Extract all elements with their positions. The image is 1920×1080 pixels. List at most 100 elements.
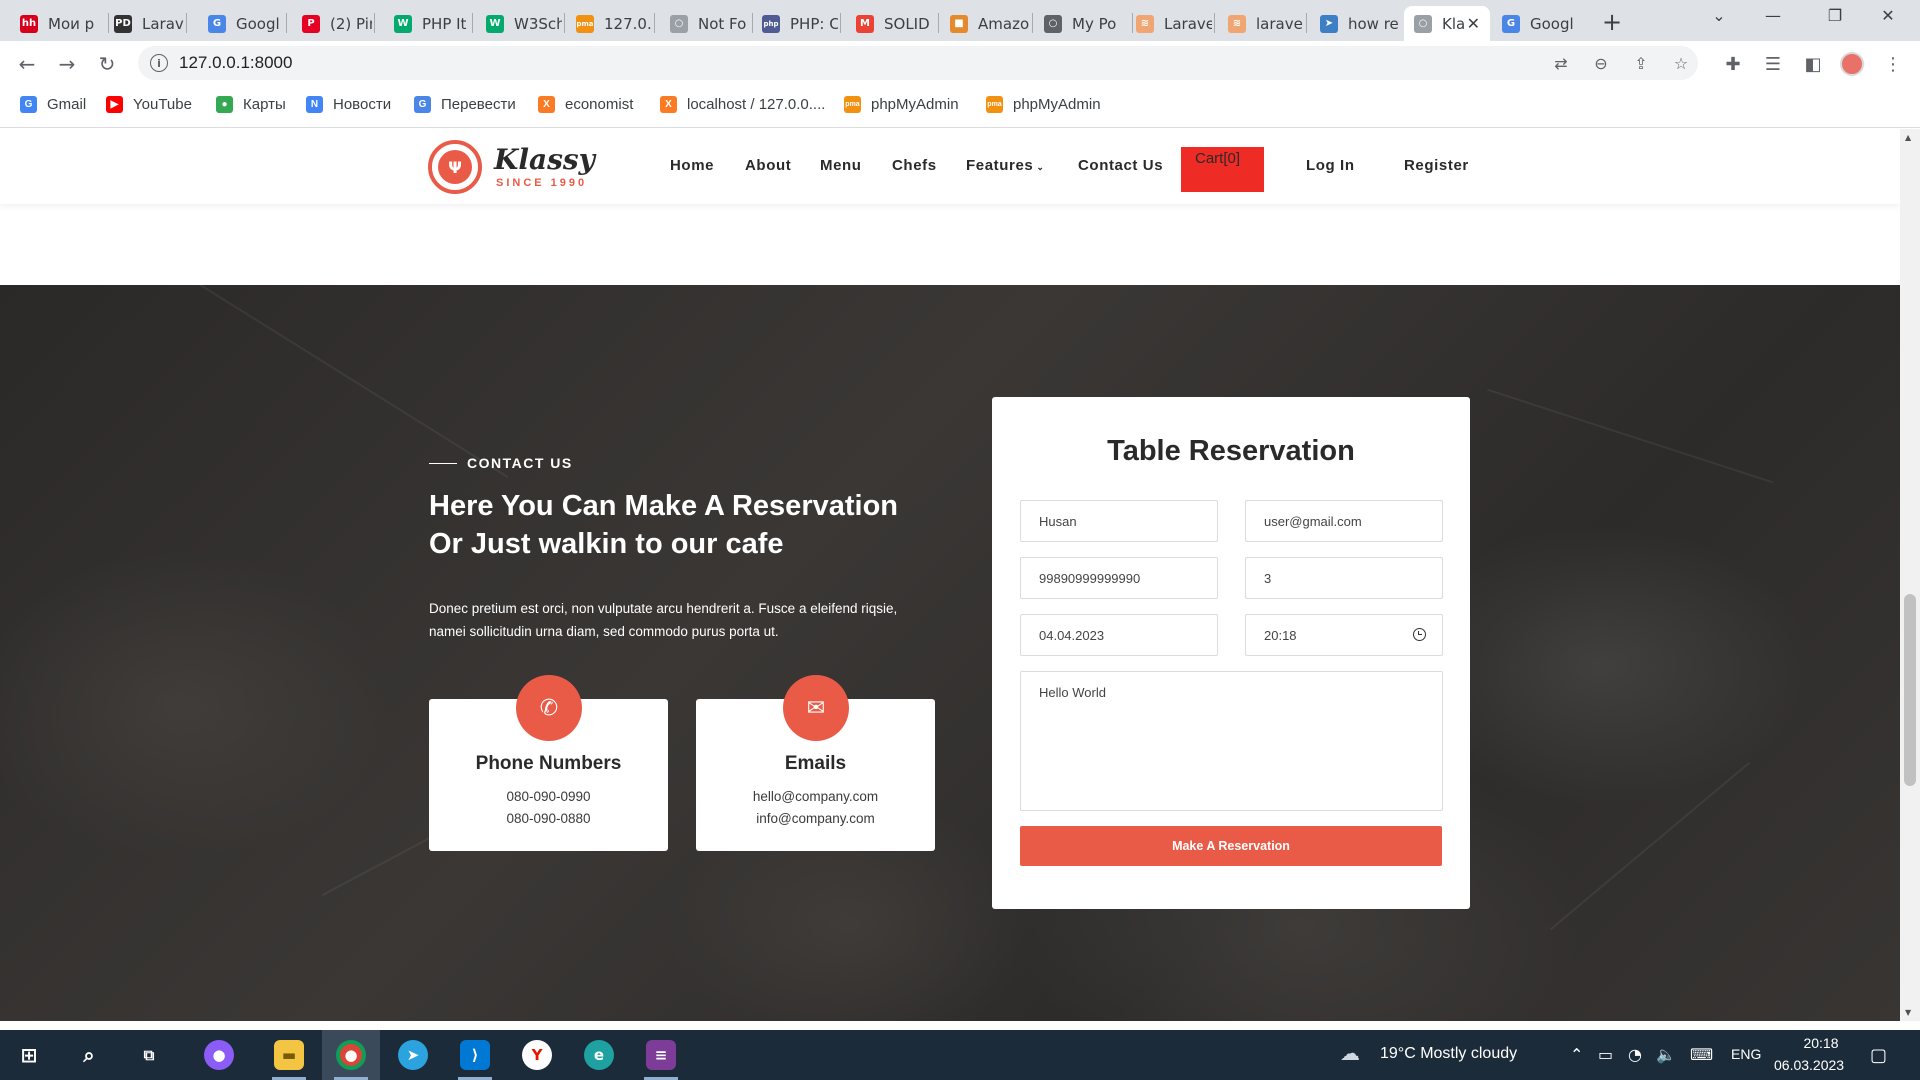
browser-tab[interactable]: PD Larave <box>104 6 184 41</box>
extensions-puzzle-icon[interactable]: ✚ <box>1720 51 1746 77</box>
chevron-up-icon[interactable]: ⌃ <box>1570 1045 1583 1064</box>
taskbar-winrar[interactable]: ≡ <box>632 1030 690 1080</box>
taskbar-vscode[interactable]: ⟩ <box>446 1030 504 1080</box>
bookmark-item[interactable]: ● Карты <box>216 96 286 113</box>
taskbar-edge[interactable]: e <box>570 1030 628 1080</box>
gmail-icon: M <box>856 14 874 33</box>
translate-icon[interactable]: ⇄ <box>1550 52 1572 74</box>
scroll-up-arrow-icon[interactable]: ▲ <box>1905 133 1911 142</box>
time-field[interactable]: 20:18 <box>1245 614 1443 656</box>
nav-login[interactable]: Log In <box>1306 157 1355 174</box>
new-tab-button[interactable]: + <box>1598 8 1626 36</box>
site-info-icon[interactable]: i <box>150 54 168 72</box>
scroll-down-arrow-icon[interactable]: ▼ <box>1905 1008 1911 1017</box>
cloud-weather-icon[interactable]: ☁ <box>1340 1041 1360 1065</box>
email-address-2: info@company.com <box>756 811 875 826</box>
bookmark-item[interactable]: Xeconomist <box>538 96 633 113</box>
nav-about[interactable]: About <box>745 157 791 174</box>
bookmark-item[interactable]: G Перевести <box>414 96 516 113</box>
message-textarea[interactable]: Hello World <box>1020 671 1443 811</box>
clock-date[interactable]: 06.03.2023 <box>1774 1057 1844 1073</box>
date-field[interactable]: 04.04.2023 <box>1020 614 1218 656</box>
browser-tab[interactable]: ■ Amazo <box>940 6 1030 41</box>
nav-contact[interactable]: Contact Us <box>1078 157 1163 174</box>
browser-tab[interactable]: ≋ Larave <box>1126 6 1212 41</box>
browser-tab[interactable]: ➤ how re <box>1310 6 1406 41</box>
browser-tab[interactable]: ○ My Po <box>1034 6 1130 41</box>
browser-tab[interactable]: W W3Sch <box>476 6 562 41</box>
make-reservation-button[interactable]: Make A Reservation <box>1020 826 1442 866</box>
reading-list-icon[interactable]: ☰ <box>1760 51 1786 77</box>
tab-search-chevron-icon[interactable]: ⌄ <box>1696 6 1742 25</box>
bookmark-item[interactable]: pma phpMyAdmin <box>844 96 959 113</box>
taskbar-telegram[interactable]: ➤ <box>384 1030 442 1080</box>
side-panel-icon[interactable]: ◧ <box>1800 51 1826 77</box>
bookmark-item[interactable]: N Новости <box>306 96 391 113</box>
profile-avatar[interactable] <box>1840 52 1864 76</box>
close-tab-icon[interactable]: ✕ <box>1467 14 1480 33</box>
bookmark-item[interactable]: Xlocalhost / 127.0.0.... <box>660 96 825 113</box>
phone-field[interactable]: 99890999999990 <box>1020 557 1218 599</box>
taskbar-explorer[interactable]: ▬ <box>260 1030 318 1080</box>
taskbar-alice[interactable]: ● <box>190 1030 248 1080</box>
forward-arrow-icon[interactable]: → <box>54 51 80 77</box>
email-field[interactable]: user@gmail.com <box>1245 500 1443 542</box>
browser-tab[interactable]: P (2) Pin <box>292 6 372 41</box>
browser-tab[interactable]: pma 127.0. <box>566 6 652 41</box>
bookmark-item[interactable]: pma phpMyAdmin <box>986 96 1101 113</box>
logo-fork-knife-icon[interactable]: Ψ <box>428 140 482 194</box>
tab-title: Not Fo <box>698 14 747 33</box>
share-icon[interactable]: ⇪ <box>1630 52 1652 74</box>
url-text[interactable]: 127.0.0.1:8000 <box>179 53 292 73</box>
back-arrow-icon[interactable]: ← <box>14 51 40 77</box>
clock-time[interactable]: 20:18 <box>1790 1035 1852 1051</box>
zoom-icon[interactable]: ⊖ <box>1590 52 1612 74</box>
nav-home[interactable]: Home <box>670 157 714 174</box>
taskbar-chrome[interactable]: ● <box>322 1030 380 1080</box>
nav-menu[interactable]: Menu <box>820 157 862 174</box>
page-viewport: Ψ Klassy SINCE 1990 Home About Menu Chef… <box>0 129 1900 1021</box>
address-bar[interactable]: i 127.0.0.1:8000 ⇄ ⊖ ⇪ ☆ <box>138 46 1698 80</box>
browser-tab[interactable]: W PHP It <box>384 6 470 41</box>
restore-button[interactable]: ❐ <box>1812 6 1858 25</box>
browser-tab[interactable]: M SOLID <box>846 6 936 41</box>
guests-field[interactable]: 3 <box>1245 557 1443 599</box>
browser-tab[interactable]: hh Мои p <box>10 6 106 41</box>
close-window-button[interactable]: ✕ <box>1865 6 1911 25</box>
browser-tab[interactable]: php PHP: C <box>752 6 838 41</box>
browser-menu-icon[interactable]: ⋮ <box>1880 51 1906 77</box>
wifi-icon[interactable]: ◔ <box>1628 1045 1642 1064</box>
weather-text[interactable]: 19°C Mostly cloudy <box>1380 1045 1517 1063</box>
volume-icon[interactable]: 🔈 <box>1656 1045 1676 1064</box>
laravel-icon: ≋ <box>1136 14 1154 33</box>
battery-icon[interactable]: ▭ <box>1598 1045 1613 1064</box>
scrollbar-thumb[interactable] <box>1904 594 1916 786</box>
cart-button[interactable]: Cart[0] <box>1181 147 1264 192</box>
globe-icon: ○ <box>1414 14 1432 33</box>
browser-tab[interactable]: ○ Kla ✕ <box>1404 6 1490 41</box>
browser-tab[interactable]: ○ Not Fo <box>660 6 750 41</box>
bookmark-item[interactable]: G Gmail <box>20 96 86 113</box>
browser-tab[interactable]: G Googl <box>198 6 284 41</box>
language-indicator[interactable]: ENG <box>1731 1046 1761 1062</box>
keyboard-icon[interactable]: ⌨ <box>1690 1045 1713 1064</box>
reload-icon[interactable]: ↻ <box>94 51 120 77</box>
start-button[interactable]: ⊞ <box>0 1030 58 1080</box>
nav-register[interactable]: Register <box>1404 157 1469 174</box>
page-scrollbar[interactable]: ▲ ▼ <box>1900 129 1920 1021</box>
bookmark-star-icon[interactable]: ☆ <box>1670 52 1692 74</box>
bookmark-item[interactable]: ▶ YouTube <box>106 96 192 113</box>
browser-tab[interactable]: ≋ laravel <box>1218 6 1304 41</box>
browser-tab[interactable]: G Googl <box>1492 6 1590 41</box>
taskbar-yandex[interactable]: Y <box>508 1030 566 1080</box>
minimize-button[interactable]: — <box>1750 6 1796 25</box>
clock-icon[interactable] <box>1413 628 1426 641</box>
bookmark-label: phpMyAdmin <box>871 96 959 113</box>
notification-icon[interactable]: ▢ <box>1870 1045 1887 1066</box>
search-button[interactable]: ⌕ <box>60 1030 118 1080</box>
nav-features[interactable]: Features ⌄ <box>966 157 1044 174</box>
logo-name[interactable]: Klassy <box>494 143 595 176</box>
name-field[interactable]: Husan <box>1020 500 1218 542</box>
nav-chefs[interactable]: Chefs <box>892 157 937 174</box>
task-view-button[interactable]: ⧉ <box>120 1030 178 1080</box>
